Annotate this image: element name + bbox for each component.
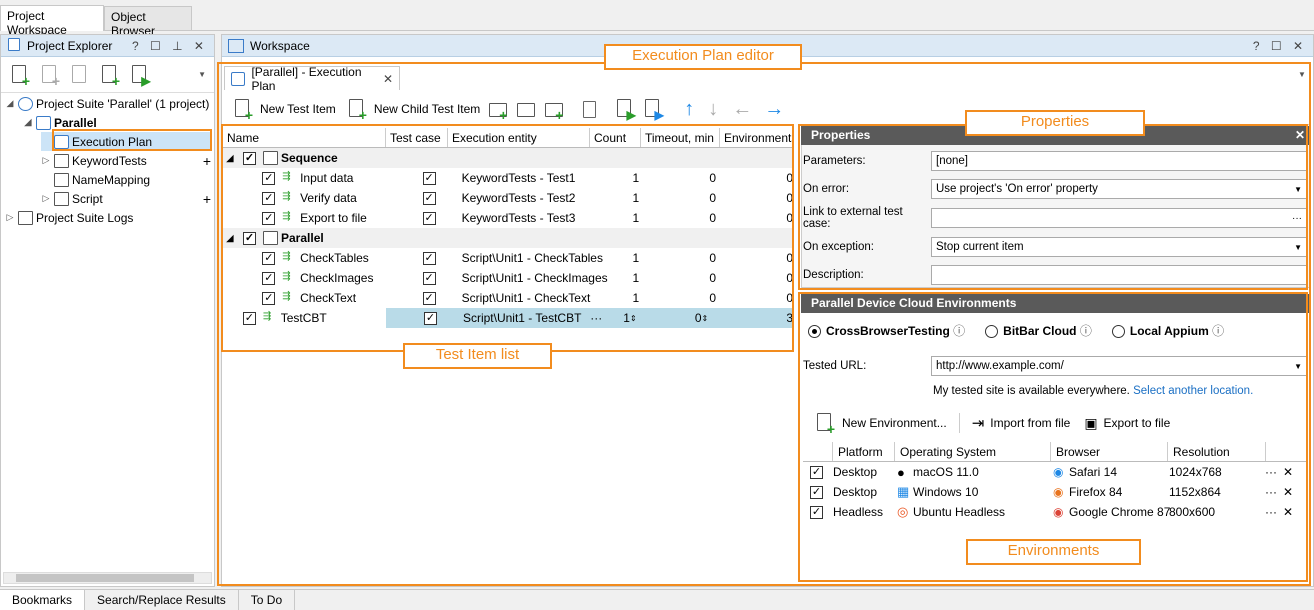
add-new-item-icon[interactable]: +: [9, 64, 31, 88]
tab-bookmarks[interactable]: Bookmarks: [0, 590, 86, 610]
callout-frame-test-items: [221, 124, 794, 352]
callout-label-test-items: Test Item list: [403, 343, 552, 369]
tree-item-script[interactable]: ▷ Script +: [41, 189, 211, 208]
tree-label: KeywordTests: [72, 153, 147, 168]
callout-frame-properties: [798, 124, 1308, 290]
bottom-tab-bar: Bookmarks Search/Replace Results To Do: [0, 589, 1314, 610]
tab-search-replace[interactable]: Search/Replace Results: [85, 590, 239, 610]
script-icon: [54, 191, 69, 206]
add-project-icon[interactable]: +: [99, 64, 121, 88]
callout-label-properties: Properties: [965, 110, 1145, 136]
project-suite-icon: [18, 96, 33, 111]
tab-project-workspace[interactable]: Project Workspace: [0, 5, 104, 37]
tree-item-namemapping[interactable]: NameMapping: [41, 170, 150, 189]
callout-label-editor: Execution Plan editor: [604, 44, 802, 70]
tree-label: NameMapping: [72, 172, 151, 187]
logs-icon: [18, 210, 33, 225]
tree-label: Project Suite Logs: [36, 210, 134, 225]
folder-icon: [54, 153, 69, 168]
project-icon: [36, 115, 51, 130]
tab-object-browser[interactable]: Object Browser: [104, 6, 192, 38]
chevron-down-icon[interactable]: ▼: [198, 70, 206, 79]
run-project-icon[interactable]: ▶: [129, 64, 151, 87]
project-explorer-panel: Project Explorer ? ☐ ⊥ ✕ + + + ▶ ▼ ◢ Proj…: [0, 34, 215, 587]
search-icon: [7, 37, 23, 54]
collapse-icon[interactable]: ▷: [41, 193, 51, 204]
tab-todo[interactable]: To Do: [239, 590, 296, 610]
callout-label-environments: Environments: [966, 539, 1141, 565]
tree-item-project-suite[interactable]: ◢ Project Suite 'Parallel' (1 project): [5, 94, 209, 113]
project-explorer-header: Project Explorer ? ☐ ⊥ ✕: [1, 35, 214, 57]
callout-frame-execution-plan: [52, 129, 212, 151]
expand-icon[interactable]: ◢: [23, 117, 33, 128]
workspace-title: Workspace: [250, 38, 310, 53]
add-icon[interactable]: +: [203, 153, 211, 169]
panel-controls[interactable]: ? ☐ ✕: [1253, 39, 1313, 53]
tree-label: Project Suite 'Parallel' (1 project): [36, 96, 210, 111]
top-tab-bar: Project Workspace Object Browser: [0, 0, 1314, 38]
add-icon[interactable]: +: [203, 191, 211, 207]
namemapping-icon: [54, 172, 69, 187]
collapse-icon[interactable]: ▷: [5, 212, 15, 223]
tree-item-keywordtests[interactable]: ▷ KeywordTests +: [41, 151, 211, 170]
workspace-icon: [228, 38, 244, 53]
expand-icon[interactable]: ◢: [5, 98, 15, 109]
horizontal-scrollbar[interactable]: [3, 572, 212, 584]
add-folder-icon[interactable]: [69, 64, 91, 86]
add-existing-item-icon[interactable]: +: [39, 64, 61, 88]
panel-controls[interactable]: ? ☐ ⊥ ✕: [132, 39, 214, 53]
project-explorer-title: Project Explorer: [27, 38, 113, 53]
collapse-icon[interactable]: ▷: [41, 155, 51, 166]
tree-label: Script: [72, 191, 103, 206]
tree-label: Parallel: [54, 115, 97, 130]
tree-item-project-suite-logs[interactable]: ▷ Project Suite Logs: [5, 208, 133, 227]
explorer-toolbar: + + + ▶ ▼: [1, 57, 214, 93]
